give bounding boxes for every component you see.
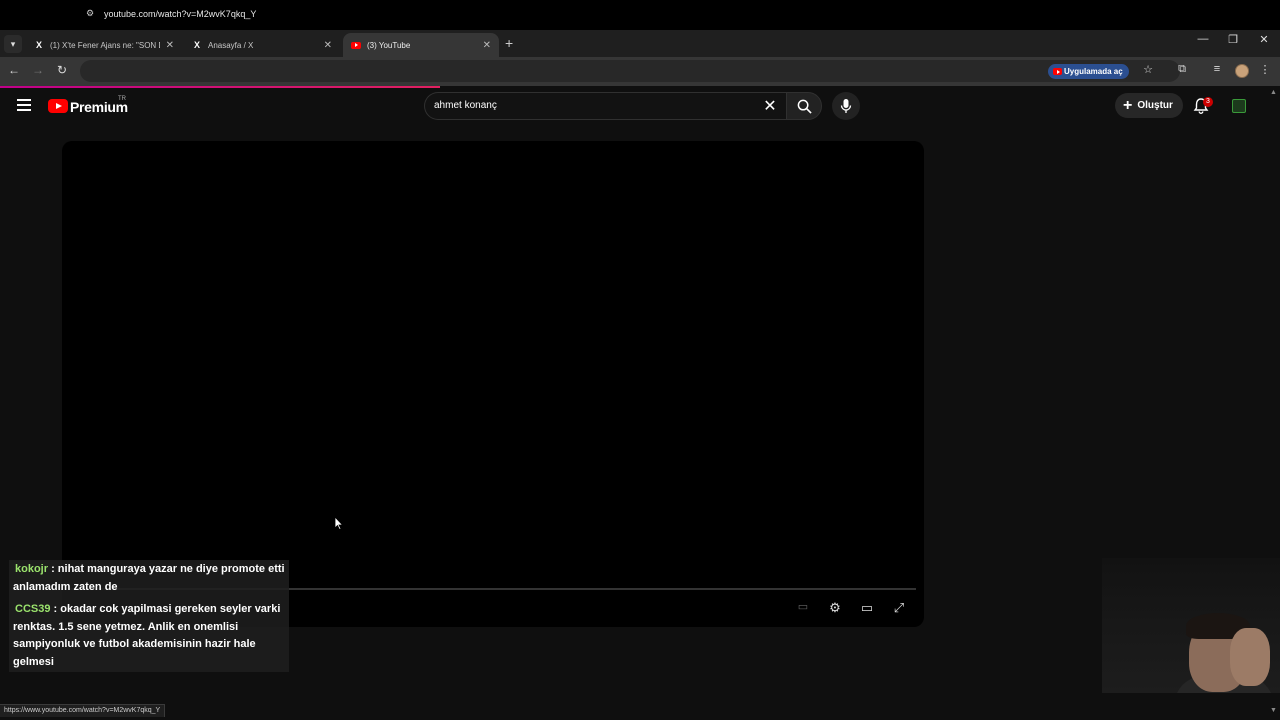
tab-fener-ajans[interactable]: X (1) X'te Fener Ajans ne: "SON D... ✕ [26,33,182,57]
profile-avatar[interactable] [1235,64,1249,78]
open-in-app-button[interactable]: Uygulamada aç [1048,64,1129,79]
chat-separator: : [48,563,58,575]
site-info-icon[interactable]: ⚙ [86,8,98,20]
link-status-bar: https://www.youtube.com/watch?v=M2wvK7qk… [0,704,166,717]
x-logo-icon: X [35,40,42,50]
tab-title: (3) YouTube [367,40,411,50]
tab-search-dropdown-icon[interactable]: ▾ [4,35,22,53]
x-logo-icon: X [193,40,200,50]
forward-icon[interactable]: → [30,63,46,77]
settings-gear-icon[interactable]: ⚙ [826,600,844,616]
restore-icon[interactable]: ❐ [1223,33,1243,46]
address-bar[interactable] [80,60,1180,82]
theater-mode-icon[interactable]: ▭ [858,600,876,616]
notification-badge: 3 [1203,97,1213,107]
reload-icon[interactable]: ↻ [54,63,70,77]
clear-search-icon[interactable]: ✕ [762,96,778,116]
open-in-app-label: Uygulamada aç [1064,67,1123,76]
back-icon[interactable]: ← [6,63,22,77]
close-tab-icon[interactable]: ✕ [483,40,491,51]
search-button[interactable] [786,92,822,120]
create-label: Oluştur [1137,100,1173,111]
menu-icon[interactable] [17,99,31,111]
search-icon [797,99,812,114]
fullscreen-icon[interactable]: ⤢ [890,600,908,616]
voice-search-button[interactable] [832,92,860,120]
youtube-icon [1053,68,1062,75]
close-tab-icon[interactable]: ✕ [166,40,174,51]
webcam-overlay [1102,558,1280,693]
url-text[interactable]: youtube.com/watch?v=M2wvK7qkq_Y [104,9,256,19]
bookmark-star-icon[interactable]: ☆ [1140,63,1156,76]
close-tab-icon[interactable]: ✕ [324,40,332,51]
chat-message: kokojr : nihat manguraya yazar ne diye p… [13,561,293,596]
youtube-icon [351,40,361,50]
extensions-icon[interactable]: ⧉ [1174,63,1190,76]
subtitles-icon[interactable]: ▭ [794,600,812,616]
microphone-icon [840,99,852,113]
close-window-icon[interactable]: ✕ [1254,33,1274,46]
account-avatar[interactable] [1232,99,1246,113]
tab-youtube[interactable]: (3) YouTube ✕ [343,33,499,57]
tab-title: Anasayfa / X [208,40,254,50]
scroll-up-arrow-icon[interactable]: ▲ [1270,89,1277,96]
page-load-progress [0,86,440,88]
chat-separator: : [50,603,61,615]
minimize-icon[interactable]: — [1193,33,1213,45]
scroll-down-arrow-icon[interactable]: ▼ [1270,707,1277,714]
tab-strip: ▾ X (1) X'te Fener Ajans ne: "SON D... ✕… [0,30,1280,57]
search-query-text[interactable]: ahmet konanç [434,100,497,111]
video-player[interactable] [62,141,924,627]
chat-username: CCS39 [15,603,51,615]
media-control-icon[interactable]: ≡ [1209,63,1225,75]
tab-anasayfa-x[interactable]: X Anasayfa / X ✕ [184,33,340,57]
mouse-cursor-icon [334,516,344,530]
new-tab-button[interactable]: + [505,35,513,51]
region-code: TR [118,96,126,102]
browser-menu-icon[interactable]: ⋮ [1257,63,1273,76]
chat-username: kokojr [15,563,49,575]
plus-icon: + [1123,96,1133,114]
streamer-hand [1230,628,1270,686]
chat-message: CCS39 : okadar cok yapilmasi gereken sey… [13,601,293,671]
tab-title: (1) X'te Fener Ajans ne: "SON D... [50,40,160,50]
create-button[interactable]: + Oluştur [1115,93,1183,118]
youtube-logo-icon[interactable] [48,99,68,113]
